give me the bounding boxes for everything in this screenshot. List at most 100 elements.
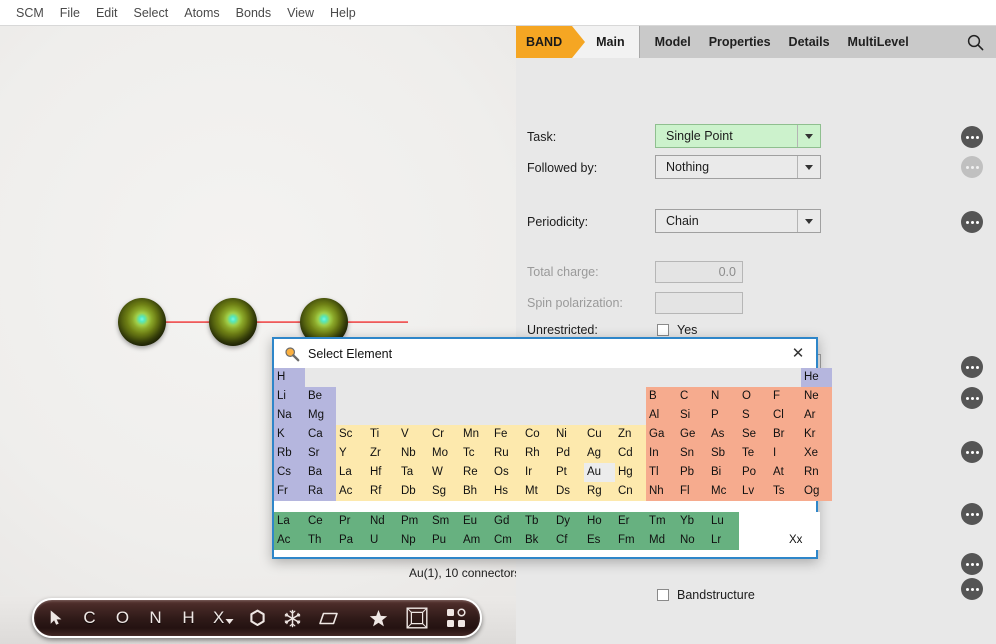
atom-au-1[interactable]: [118, 298, 166, 346]
element-cell-pu[interactable]: Pu: [429, 531, 460, 550]
element-cell-na[interactable]: Na: [274, 406, 305, 425]
nitrogen-element-icon[interactable]: N: [147, 604, 164, 632]
bandstructure-checkbox[interactable]: [657, 589, 669, 601]
element-cell-cm[interactable]: Cm: [491, 531, 522, 550]
element-cell-zr[interactable]: Zr: [367, 444, 398, 463]
element-cell-fr[interactable]: Fr: [274, 482, 305, 501]
element-cell-rg[interactable]: Rg: [584, 482, 615, 501]
other-element-dropdown-icon[interactable]: X: [213, 604, 234, 632]
element-cell-po[interactable]: Po: [739, 463, 770, 482]
element-cell-v[interactable]: V: [398, 425, 429, 444]
menu-item-view[interactable]: View: [279, 3, 322, 23]
element-cell-sg[interactable]: Sg: [429, 482, 460, 501]
element-cell-be[interactable]: Be: [305, 387, 336, 406]
element-cell-cd[interactable]: Cd: [615, 444, 646, 463]
element-cell-tl[interactable]: Tl: [646, 463, 677, 482]
element-cell-xe[interactable]: Xe: [801, 444, 832, 463]
element-cell-sb[interactable]: Sb: [708, 444, 739, 463]
element-cell-ta[interactable]: Ta: [398, 463, 429, 482]
element-cell-np[interactable]: Np: [398, 531, 429, 550]
element-cell-lr[interactable]: Lr: [708, 531, 739, 550]
element-cell-re[interactable]: Re: [460, 463, 491, 482]
menu-item-scm[interactable]: SCM: [8, 3, 52, 23]
element-cell-sn[interactable]: Sn: [677, 444, 708, 463]
search-icon[interactable]: [967, 34, 984, 51]
element-cell-k[interactable]: K: [274, 425, 305, 444]
element-cell-h[interactable]: H: [274, 368, 305, 387]
menu-item-edit[interactable]: Edit: [88, 3, 126, 23]
element-cell-pt[interactable]: Pt: [553, 463, 584, 482]
element-cell-au[interactable]: Au: [584, 463, 615, 482]
element-cell-ts[interactable]: Ts: [770, 482, 801, 501]
element-cell-md[interactable]: Md: [646, 531, 677, 550]
element-cell-mn[interactable]: Mn: [460, 425, 491, 444]
tab-multilevel[interactable]: MultiLevel: [839, 35, 918, 49]
hydrogen-element-icon[interactable]: H: [180, 604, 197, 632]
element-cell-ga[interactable]: Ga: [646, 425, 677, 444]
element-cell-ba[interactable]: Ba: [305, 463, 336, 482]
total-charge-input[interactable]: 0.0: [655, 261, 743, 283]
star-icon[interactable]: [369, 604, 388, 632]
more-options-button-periodicity[interactable]: [961, 211, 983, 233]
band-module-badge[interactable]: BAND: [516, 26, 572, 58]
menu-item-file[interactable]: File: [52, 3, 88, 23]
element-cell-kr[interactable]: Kr: [801, 425, 832, 444]
element-cell-bk[interactable]: Bk: [522, 531, 553, 550]
element-cell-la-f[interactable]: La: [274, 512, 305, 531]
element-cell-pm[interactable]: Pm: [398, 512, 429, 531]
more-options-button-4[interactable]: [961, 356, 983, 378]
more-options-button-7[interactable]: [961, 503, 983, 525]
menu-item-bonds[interactable]: Bonds: [228, 3, 279, 23]
close-icon[interactable]: ✕: [786, 343, 810, 365]
element-cell-p[interactable]: P: [708, 406, 739, 425]
element-cell-w[interactable]: W: [429, 463, 460, 482]
element-cell-u[interactable]: U: [367, 531, 398, 550]
element-cell-er[interactable]: Er: [615, 512, 646, 531]
more-options-button-8[interactable]: [961, 553, 983, 575]
tab-properties[interactable]: Properties: [700, 35, 780, 49]
element-cell-n[interactable]: N: [708, 387, 739, 406]
element-cell-hf[interactable]: Hf: [367, 463, 398, 482]
element-cell-ce[interactable]: Ce: [305, 512, 336, 531]
element-cell-i[interactable]: I: [770, 444, 801, 463]
element-cell-mc[interactable]: Mc: [708, 482, 739, 501]
element-cell-tb[interactable]: Tb: [522, 512, 553, 531]
element-cell-br[interactable]: Br: [770, 425, 801, 444]
element-cell-ac-f[interactable]: Ac: [274, 531, 305, 550]
element-cell-sr[interactable]: Sr: [305, 444, 336, 463]
element-cell-li[interactable]: Li: [274, 387, 305, 406]
element-cell-al[interactable]: Al: [646, 406, 677, 425]
atom-au-2[interactable]: [209, 298, 257, 346]
element-cell-ge[interactable]: Ge: [677, 425, 708, 444]
element-cell-fm[interactable]: Fm: [615, 531, 646, 550]
followed-by-combobox[interactable]: Nothing: [655, 155, 821, 179]
element-cell-cf[interactable]: Cf: [553, 531, 584, 550]
element-cell-tm[interactable]: Tm: [646, 512, 677, 531]
element-cell-am[interactable]: Am: [460, 531, 491, 550]
element-cell-yb[interactable]: Yb: [677, 512, 708, 531]
element-cell-cl[interactable]: Cl: [770, 406, 801, 425]
periodicity-combobox[interactable]: Chain: [655, 209, 821, 233]
element-cell-rn[interactable]: Rn: [801, 463, 832, 482]
element-cell-as[interactable]: As: [708, 425, 739, 444]
element-cell-nh[interactable]: Nh: [646, 482, 677, 501]
plane-icon[interactable]: [318, 604, 339, 632]
menu-item-atoms[interactable]: Atoms: [176, 3, 227, 23]
more-options-button-6[interactable]: [961, 441, 983, 463]
element-cell-bi[interactable]: Bi: [708, 463, 739, 482]
element-cell-es[interactable]: Es: [584, 531, 615, 550]
element-cell-co[interactable]: Co: [522, 425, 553, 444]
element-cell-ti[interactable]: Ti: [367, 425, 398, 444]
spin-polarization-input[interactable]: [655, 292, 743, 314]
oxygen-element-icon[interactable]: O: [114, 604, 131, 632]
element-cell-os[interactable]: Os: [491, 463, 522, 482]
snowflake-icon[interactable]: [283, 604, 302, 632]
element-cell-zn[interactable]: Zn: [615, 425, 646, 444]
chevron-down-icon[interactable]: [797, 210, 820, 232]
element-cell-he[interactable]: He: [801, 368, 832, 387]
menu-item-help[interactable]: Help: [322, 3, 364, 23]
more-options-button-bandstructure[interactable]: [961, 578, 983, 600]
ring-icon[interactable]: [248, 604, 267, 632]
menu-item-select[interactable]: Select: [125, 3, 176, 23]
element-cell-fl[interactable]: Fl: [677, 482, 708, 501]
